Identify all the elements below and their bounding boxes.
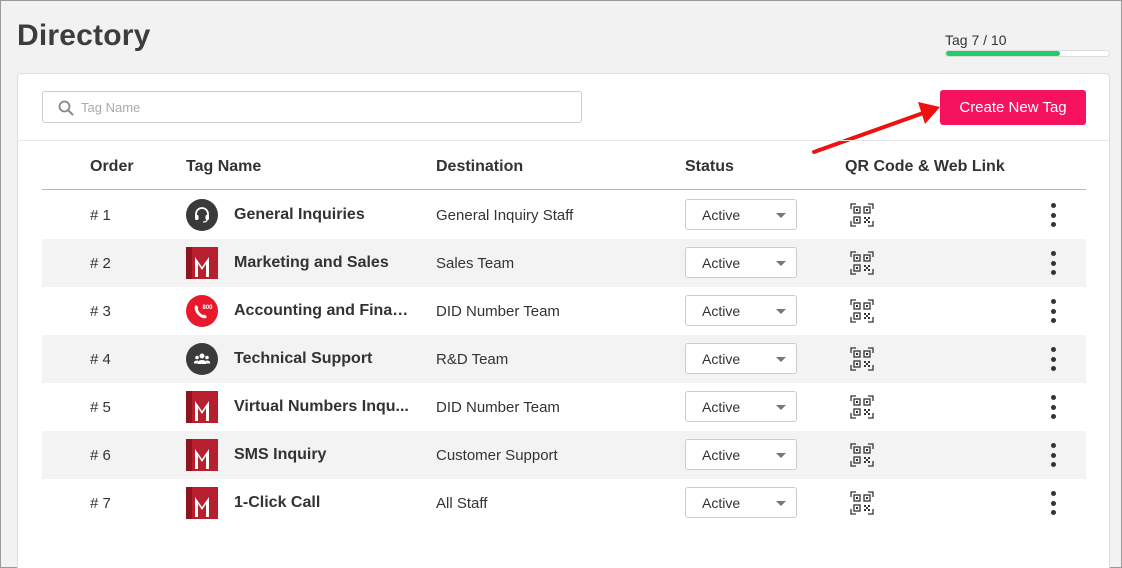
m-logo bbox=[186, 439, 218, 471]
status-value: Active bbox=[702, 303, 741, 319]
status-value: Active bbox=[702, 495, 741, 511]
row-order: # 6 bbox=[90, 447, 111, 464]
status-dropdown[interactable]: Active bbox=[685, 391, 797, 422]
row-tag-name[interactable]: SMS Inquiry bbox=[234, 446, 410, 464]
table-row: # 6 SMS Inquiry Customer Support Active bbox=[42, 431, 1086, 479]
header-destination: Destination bbox=[436, 158, 524, 175]
row-tag-name[interactable]: General Inquiries bbox=[234, 206, 410, 224]
page-title: Directory bbox=[17, 19, 151, 52]
table-row: # 1 General Inquiries General Inquiry Staf… bbox=[42, 191, 1086, 239]
status-value: Active bbox=[702, 399, 741, 415]
row-destination: Sales Team bbox=[436, 255, 515, 272]
row-order: # 4 bbox=[90, 351, 111, 368]
m-logo bbox=[186, 487, 218, 519]
search-box[interactable] bbox=[42, 91, 582, 123]
row-order: # 7 bbox=[90, 495, 111, 512]
table-row: # 4 Technical Support R&D Team Active bbox=[42, 335, 1086, 383]
status-value: Active bbox=[702, 351, 741, 367]
chevron-down-icon bbox=[776, 213, 786, 218]
chevron-down-icon bbox=[776, 453, 786, 458]
table-row: # 3 800 Accounting and Finan... DID Number … bbox=[42, 287, 1086, 335]
chevron-down-icon bbox=[776, 261, 786, 266]
status-dropdown[interactable]: Active bbox=[685, 247, 797, 278]
more-vertical-icon[interactable] bbox=[1042, 201, 1064, 229]
chevron-down-icon bbox=[776, 501, 786, 506]
search-input[interactable] bbox=[81, 96, 571, 118]
svg-text:800: 800 bbox=[203, 305, 214, 311]
header-order: Order bbox=[90, 158, 134, 175]
qr-code-icon[interactable] bbox=[850, 251, 874, 275]
more-vertical-icon[interactable] bbox=[1042, 345, 1064, 373]
tag-list-card: Create New Tag Order Tag Name Destinatio… bbox=[17, 73, 1110, 568]
status-value: Active bbox=[702, 447, 741, 463]
tag-table-body: # 1 General Inquiries General Inquiry Staf… bbox=[42, 191, 1086, 527]
phone-800-icon: 800 bbox=[186, 295, 218, 327]
tag-usage-label: Tag 7 / 10 bbox=[945, 32, 1007, 48]
chevron-down-icon bbox=[776, 309, 786, 314]
row-tag-name[interactable]: Marketing and Sales bbox=[234, 254, 410, 272]
more-vertical-icon[interactable] bbox=[1042, 393, 1064, 421]
row-destination: DID Number Team bbox=[436, 303, 560, 320]
row-order: # 3 bbox=[90, 303, 111, 320]
row-destination: All Staff bbox=[436, 495, 488, 512]
table-row: # 2 Marketing and Sales Sales Team Active bbox=[42, 239, 1086, 287]
status-dropdown[interactable]: Active bbox=[685, 199, 797, 230]
qr-code-icon[interactable] bbox=[850, 347, 874, 371]
m-logo bbox=[186, 391, 218, 423]
chevron-down-icon bbox=[776, 357, 786, 362]
row-destination: General Inquiry Staff bbox=[436, 207, 574, 224]
qr-code-icon[interactable] bbox=[850, 491, 874, 515]
tag-usage-progress-bar bbox=[945, 50, 1110, 57]
status-dropdown[interactable]: Active bbox=[685, 487, 797, 518]
row-tag-name[interactable]: Virtual Numbers Inqu... bbox=[234, 398, 410, 416]
row-destination: Customer Support bbox=[436, 447, 558, 464]
qr-code-icon[interactable] bbox=[850, 395, 874, 419]
table-row: # 7 1-Click Call All Staff Active bbox=[42, 479, 1086, 527]
tag-usage-progress-fill bbox=[946, 51, 1061, 56]
toolbar-divider bbox=[18, 140, 1109, 141]
m-logo bbox=[186, 247, 218, 279]
team-icon bbox=[186, 343, 218, 375]
header-tag-name: Tag Name bbox=[186, 158, 262, 175]
qr-code-icon[interactable] bbox=[850, 299, 874, 323]
status-dropdown[interactable]: Active bbox=[685, 295, 797, 326]
status-dropdown[interactable]: Active bbox=[685, 439, 797, 470]
headset-icon bbox=[186, 199, 218, 231]
row-order: # 1 bbox=[90, 207, 111, 224]
table-row: # 5 Virtual Numbers Inqu... DID Number Tea… bbox=[42, 383, 1086, 431]
row-destination: R&D Team bbox=[436, 351, 509, 368]
more-vertical-icon[interactable] bbox=[1042, 489, 1064, 517]
qr-code-icon[interactable] bbox=[850, 203, 874, 227]
row-destination: DID Number Team bbox=[436, 399, 560, 416]
create-new-tag-button[interactable]: Create New Tag bbox=[940, 90, 1086, 125]
search-icon bbox=[58, 100, 74, 116]
header-qr-code-web-link: QR Code & Web Link bbox=[845, 158, 1005, 175]
status-value: Active bbox=[702, 255, 741, 271]
header-status: Status bbox=[685, 158, 734, 175]
row-tag-name[interactable]: Accounting and Finan... bbox=[234, 302, 410, 320]
tag-usage-meter: Tag 7 / 10 bbox=[945, 32, 1110, 57]
status-dropdown[interactable]: Active bbox=[685, 343, 797, 374]
row-order: # 2 bbox=[90, 255, 111, 272]
status-value: Active bbox=[702, 207, 741, 223]
chevron-down-icon bbox=[776, 405, 786, 410]
table-header: Order Tag Name Destination Status QR Cod… bbox=[42, 146, 1086, 190]
app-window: Directory Tag 7 / 10 Create New Tag Orde… bbox=[0, 0, 1122, 568]
row-tag-name[interactable]: 1-Click Call bbox=[234, 494, 410, 512]
more-vertical-icon[interactable] bbox=[1042, 297, 1064, 325]
row-order: # 5 bbox=[90, 399, 111, 416]
qr-code-icon[interactable] bbox=[850, 443, 874, 467]
row-tag-name[interactable]: Technical Support bbox=[234, 350, 410, 368]
more-vertical-icon[interactable] bbox=[1042, 249, 1064, 277]
more-vertical-icon[interactable] bbox=[1042, 441, 1064, 469]
